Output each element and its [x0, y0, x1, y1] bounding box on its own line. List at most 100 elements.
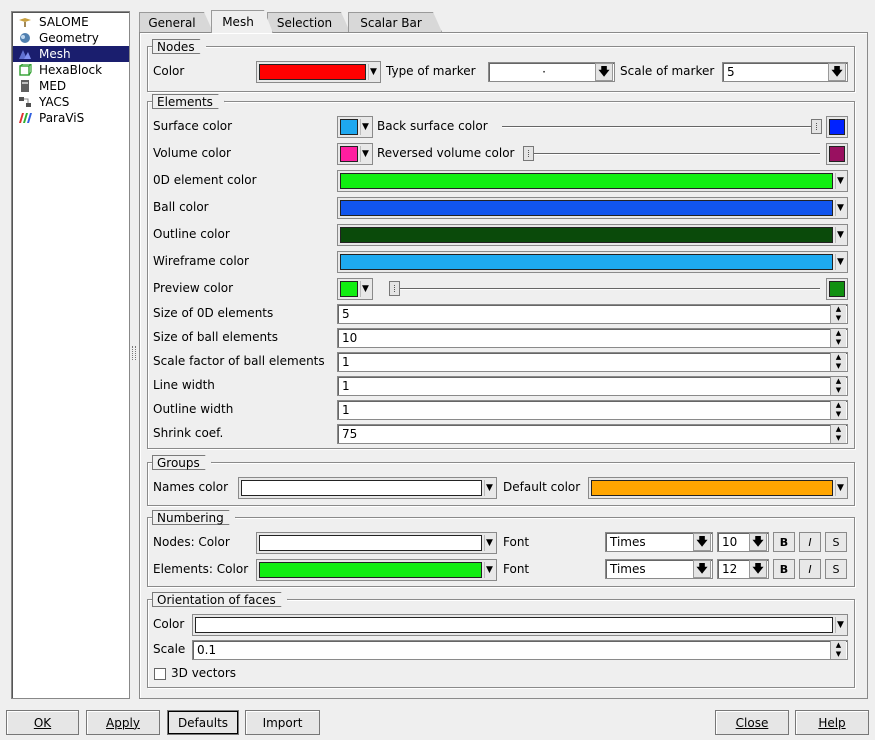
- elements-font-size-combo[interactable]: 12 🡇: [717, 559, 769, 579]
- geometry-icon: [18, 32, 32, 44]
- elements-num-color-button[interactable]: ▼: [256, 559, 497, 581]
- preview-color2-button[interactable]: [826, 278, 848, 300]
- size-ball-spinbox[interactable]: 10 ▲ ▼: [337, 328, 848, 348]
- preview-slider[interactable]: [389, 281, 400, 296]
- nodes-italic-button[interactable]: I: [799, 532, 821, 552]
- nodes-bold-button[interactable]: B: [773, 532, 795, 552]
- elements-shadow-button[interactable]: S: [825, 559, 847, 579]
- size-ball-label: Size of ball elements: [153, 330, 279, 344]
- chevron-down-icon: 🡇: [693, 560, 711, 578]
- outline-color-button[interactable]: ▼: [337, 224, 848, 246]
- splitter-handle[interactable]: [132, 346, 136, 360]
- nodes-font-label: Font: [503, 535, 530, 549]
- module-item-hexablock[interactable]: HexaBlock: [13, 62, 129, 78]
- tab-selection-label: Selection: [276, 15, 333, 30]
- elements-bold-button[interactable]: B: [773, 559, 795, 579]
- size-0d-label: Size of 0D elements: [153, 306, 274, 320]
- module-item-geometry[interactable]: Geometry: [13, 30, 129, 46]
- marker-scale-combo[interactable]: 5 🡇: [722, 62, 848, 82]
- hexablock-icon: [18, 63, 33, 76]
- volume-color-button[interactable]: ▼: [337, 143, 373, 165]
- ok-button[interactable]: OK: [6, 710, 79, 735]
- module-item-med[interactable]: MED: [13, 78, 129, 94]
- ball-color-button[interactable]: ▼: [337, 197, 848, 219]
- orientation-color-label: Color: [153, 617, 185, 631]
- elements-num-color-label: Elements: Color: [153, 562, 249, 576]
- close-button[interactable]: Close: [715, 710, 789, 735]
- tab-general[interactable]: General: [139, 12, 213, 32]
- shrink-coef-label: Shrink coef.: [153, 426, 224, 440]
- line-width-label: Line width: [153, 378, 215, 392]
- module-item-label: Geometry: [39, 31, 99, 45]
- reversed-volume-color-button[interactable]: [826, 143, 848, 165]
- elements-italic-button[interactable]: I: [799, 559, 821, 579]
- el0d-color-button[interactable]: ▼: [337, 170, 848, 192]
- module-item-salome[interactable]: SALOME: [13, 14, 129, 30]
- defaults-button[interactable]: Defaults: [167, 710, 239, 735]
- back-surface-slider-track: [502, 126, 820, 128]
- import-button[interactable]: Import: [245, 710, 320, 735]
- wireframe-color-label: Wireframe color: [153, 254, 249, 268]
- orientation-scale-spinbox[interactable]: 0.1 ▲ ▼: [192, 640, 848, 660]
- salome-icon: [18, 16, 32, 28]
- back-surface-label: Back surface color: [377, 119, 488, 133]
- surface-color-label: Surface color: [153, 119, 233, 133]
- mesh-icon: [18, 48, 32, 60]
- preview-color-button[interactable]: ▼: [337, 278, 373, 300]
- outline-color-label: Outline color: [153, 227, 230, 241]
- tab-general-label: General: [148, 15, 196, 30]
- module-item-label: MED: [39, 79, 67, 93]
- orientation-color-button[interactable]: ▼: [192, 614, 848, 636]
- default-color-button[interactable]: ▼: [588, 477, 848, 499]
- tab-scalar-bar-label: Scalar Bar: [360, 15, 422, 30]
- vectors-3d-checkbox[interactable]: [154, 668, 166, 680]
- vectors-3d-label: 3D vectors: [171, 666, 237, 680]
- scale-ball-spinbox[interactable]: 1 ▲ ▼: [337, 352, 848, 372]
- names-color-button[interactable]: ▼: [238, 477, 497, 499]
- shrink-coef-spinbox[interactable]: 75 ▲ ▼: [337, 424, 848, 444]
- nodes-num-color-label: Nodes: Color: [153, 535, 230, 549]
- nodes-color-label: Color: [153, 64, 185, 78]
- module-item-mesh[interactable]: Mesh: [13, 46, 129, 62]
- tab-selection[interactable]: Selection: [267, 12, 350, 32]
- tab-mesh-label: Mesh: [222, 15, 254, 29]
- module-item-label: YACS: [39, 95, 70, 109]
- elements-font-combo[interactable]: Times 🡇: [605, 559, 713, 579]
- scale-ball-label: Scale factor of ball elements: [153, 354, 325, 368]
- chevron-down-icon: 🡇: [749, 533, 767, 551]
- line-width-spinbox[interactable]: 1 ▲ ▼: [337, 376, 848, 396]
- marker-type-combo[interactable]: · 🡇: [488, 62, 615, 82]
- nodes-num-color-button[interactable]: ▼: [256, 532, 497, 554]
- module-item-paravis[interactable]: ParaViS: [13, 110, 129, 126]
- nodes-font-combo[interactable]: Times 🡇: [605, 532, 713, 552]
- med-icon: [18, 80, 32, 92]
- outline-width-spinbox[interactable]: 1 ▲ ▼: [337, 400, 848, 420]
- paravis-icon: [18, 112, 32, 124]
- numbering-group-title: Numbering: [152, 510, 236, 525]
- wireframe-color-button[interactable]: ▼: [337, 251, 848, 273]
- reversed-volume-slider[interactable]: [523, 146, 534, 161]
- tab-mesh[interactable]: Mesh: [211, 10, 273, 33]
- nodes-group-title: Nodes: [152, 39, 207, 54]
- marker-scale-label: Scale of marker: [620, 64, 715, 78]
- orientation-scale-label: Scale: [153, 642, 186, 656]
- chevron-down-icon: 🡇: [595, 63, 613, 81]
- nodes-shadow-button[interactable]: S: [825, 532, 847, 552]
- yacs-icon: [18, 96, 32, 108]
- back-surface-color-button[interactable]: [826, 116, 848, 138]
- surface-color-button[interactable]: ▼: [337, 116, 373, 138]
- module-item-yacs[interactable]: YACS: [13, 94, 129, 110]
- size-0d-spinbox[interactable]: 5 ▲ ▼: [337, 304, 848, 324]
- tab-scalar-bar[interactable]: Scalar Bar: [348, 12, 442, 32]
- el0d-color-label: 0D element color: [153, 173, 257, 187]
- nodes-color-button[interactable]: ▼: [256, 61, 381, 83]
- chevron-down-icon: 🡇: [828, 63, 846, 81]
- preview-color-label: Preview color: [153, 281, 234, 295]
- elements-group-title: Elements: [152, 94, 225, 109]
- back-surface-slider[interactable]: [811, 119, 822, 134]
- help-button[interactable]: Help: [795, 710, 869, 735]
- module-list[interactable]: SALOME Geometry Mesh HexaBlock MED YACS ParaVi…: [11, 11, 130, 699]
- apply-button[interactable]: Apply: [86, 710, 160, 735]
- nodes-font-size-combo[interactable]: 10 🡇: [717, 532, 769, 552]
- reversed-volume-label: Reversed volume color: [377, 146, 515, 160]
